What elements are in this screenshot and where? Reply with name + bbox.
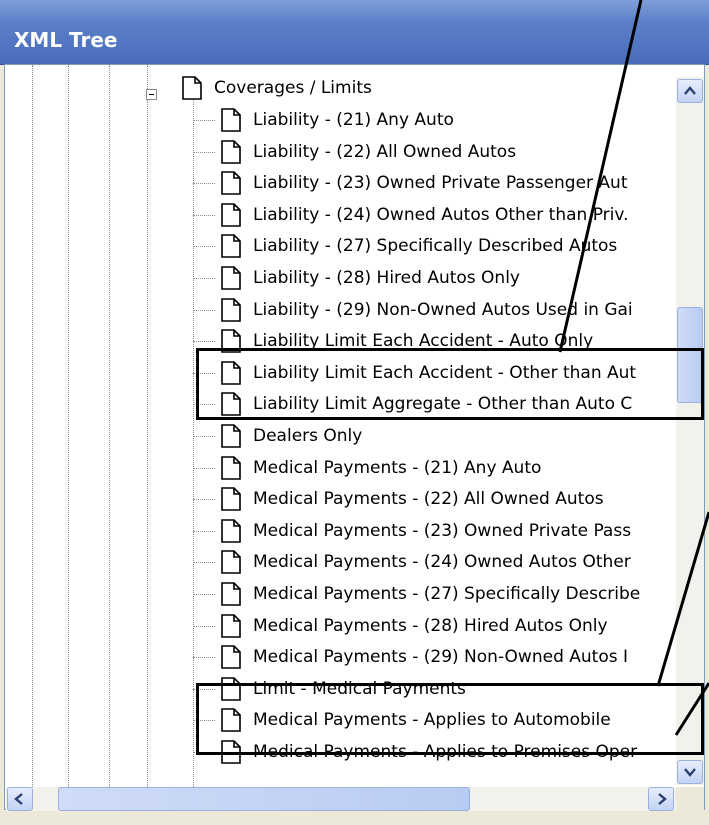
annotation-arrow-line <box>558 0 643 353</box>
xml-tree-window: XML Tree Coverages / Limits Liability - … <box>0 0 709 825</box>
annotation-arrows <box>558 0 709 736</box>
annotation-arrow-line <box>656 511 709 687</box>
annotation-arrow-line <box>674 682 709 736</box>
